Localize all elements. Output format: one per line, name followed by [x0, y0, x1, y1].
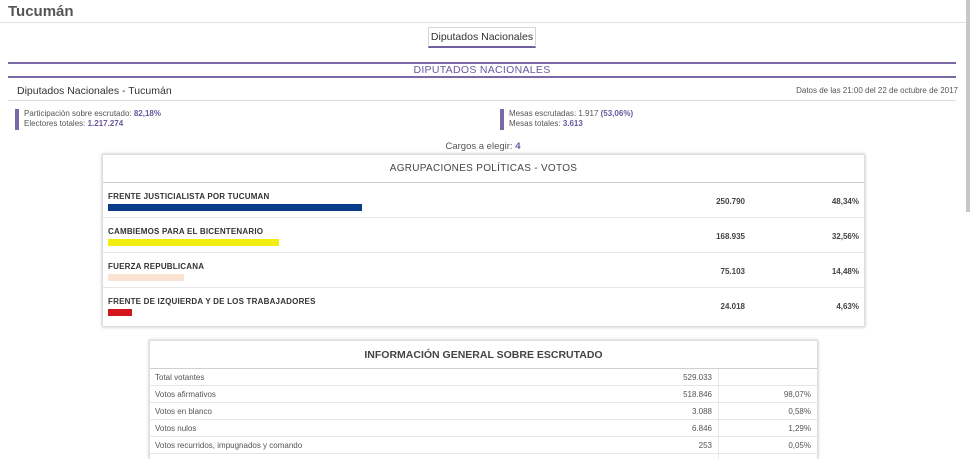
- tables-total-value: 3.613: [562, 119, 583, 128]
- page-scrollbar[interactable]: [966, 0, 970, 212]
- party-name: FRENTE JUSTICIALISTA POR TUCUMAN: [108, 192, 270, 201]
- party-votes: 168.935: [716, 232, 745, 241]
- section-title: DIPUTADOS NACIONALES: [8, 62, 956, 78]
- info-value: 253: [698, 441, 712, 450]
- general-info-title: INFORMACIÓN GENERAL SOBRE ESCRUTADO: [150, 341, 817, 369]
- party-votes: 75.103: [720, 267, 745, 276]
- tables-total-label: Mesas totales:: [509, 119, 561, 128]
- info-percentage: 0,05%: [788, 441, 811, 450]
- tables-total-line: Mesas totales: 3.613: [509, 119, 633, 129]
- party-name: CAMBIEMOS PARA EL BICENTENARIO: [108, 227, 264, 236]
- info-value: 6.846: [691, 424, 712, 433]
- tables-counted-pct: (53,06%): [600, 109, 634, 118]
- info-value: 529.033: [683, 373, 712, 382]
- general-info-panel: INFORMACIÓN GENERAL SOBRE ESCRUTADO Tota…: [149, 340, 818, 459]
- party-row: FUERZA REPUBLICANA 75.103 14,48%: [103, 253, 864, 288]
- party-name: FUERZA REPUBLICANA: [108, 262, 205, 271]
- participation-line: Participación sobre escrutado: 82,18%: [24, 109, 161, 119]
- party-percentage: 4,63%: [836, 302, 859, 311]
- header-divider: [0, 22, 966, 23]
- info-percentage: 0,58%: [788, 407, 811, 416]
- party-votes-panel: AGRUPACIONES POLÍTICAS - VOTOS FRENTE JU…: [102, 154, 865, 327]
- tables-stats: Mesas escrutadas: 1.917 (53,06%) Mesas t…: [500, 109, 633, 130]
- info-label: Votos nulos: [155, 424, 197, 433]
- electors-line: Electores totales: 1.217.274: [24, 119, 161, 129]
- seats-value: 4: [515, 141, 521, 152]
- party-votes-title: AGRUPACIONES POLÍTICAS - VOTOS: [103, 155, 864, 183]
- info-percentage: 1,29%: [788, 424, 811, 433]
- party-bar: [108, 239, 279, 246]
- party-row: CAMBIEMOS PARA EL BICENTENARIO 168.935 3…: [103, 218, 864, 253]
- party-name: FRENTE DE IZQUIERDA Y DE LOS TRABAJADORE…: [108, 297, 316, 306]
- party-bar: [108, 274, 184, 281]
- info-value: 518.846: [683, 390, 712, 399]
- data-timestamp: Datos de las 21:00 del 22 de octubre de …: [796, 86, 958, 95]
- subheader-divider: [8, 100, 956, 101]
- party-percentage: 48,34%: [831, 197, 859, 206]
- info-row: Total votantes 529.033: [150, 369, 817, 386]
- participation-label: Participación sobre escrutado:: [24, 109, 132, 118]
- tables-counted-line: Mesas escrutadas: 1.917 (53,06%): [509, 109, 633, 119]
- electors-label: Electores totales:: [24, 119, 86, 128]
- info-row: Votos recurridos, impugnados y comando 2…: [150, 437, 817, 454]
- electors-value: 1.217.274: [87, 119, 124, 128]
- info-label: Total votantes: [155, 373, 205, 382]
- info-label: Votos en blanco: [155, 407, 212, 416]
- party-bar: [108, 204, 362, 211]
- info-row: Votos nulos 6.846 1,29%: [150, 420, 817, 437]
- party-bar: [108, 309, 132, 316]
- province-title: Tucumán: [8, 3, 74, 20]
- seats-label: Cargos a elegir:: [445, 141, 513, 152]
- info-percentage: 98,07%: [783, 390, 811, 399]
- info-label: Votos afirmativos: [155, 390, 216, 399]
- party-row: FRENTE DE IZQUIERDA Y DE LOS TRABAJADORE…: [103, 288, 864, 323]
- seats-to-elect: Cargos a elegir: 4: [0, 141, 966, 152]
- tab-diputados-nacionales[interactable]: Diputados Nacionales: [428, 27, 536, 48]
- info-row: Votos afirmativos 518.846 98,07%: [150, 386, 817, 403]
- info-row: Votos en blanco 3.088 0,58%: [150, 403, 817, 420]
- party-percentage: 14,48%: [831, 267, 859, 276]
- party-row: FRENTE JUSTICIALISTA POR TUCUMAN 250.790…: [103, 183, 864, 218]
- info-label: Votos recurridos, impugnados y comando: [155, 441, 303, 450]
- participation-stats: Participación sobre escrutado: 82,18% El…: [15, 109, 161, 130]
- party-votes: 24.018: [720, 302, 745, 311]
- party-list: FRENTE JUSTICIALISTA POR TUCUMAN 250.790…: [103, 183, 864, 323]
- party-percentage: 32,56%: [831, 232, 859, 241]
- party-votes: 250.790: [716, 197, 745, 206]
- tables-counted-label: Mesas escrutadas:: [509, 109, 577, 118]
- results-title: Diputados Nacionales - Tucumán: [17, 85, 172, 97]
- tables-counted-value: 1.917: [578, 109, 599, 118]
- info-value: 3.088: [691, 407, 712, 416]
- participation-value: 82,18%: [133, 109, 161, 118]
